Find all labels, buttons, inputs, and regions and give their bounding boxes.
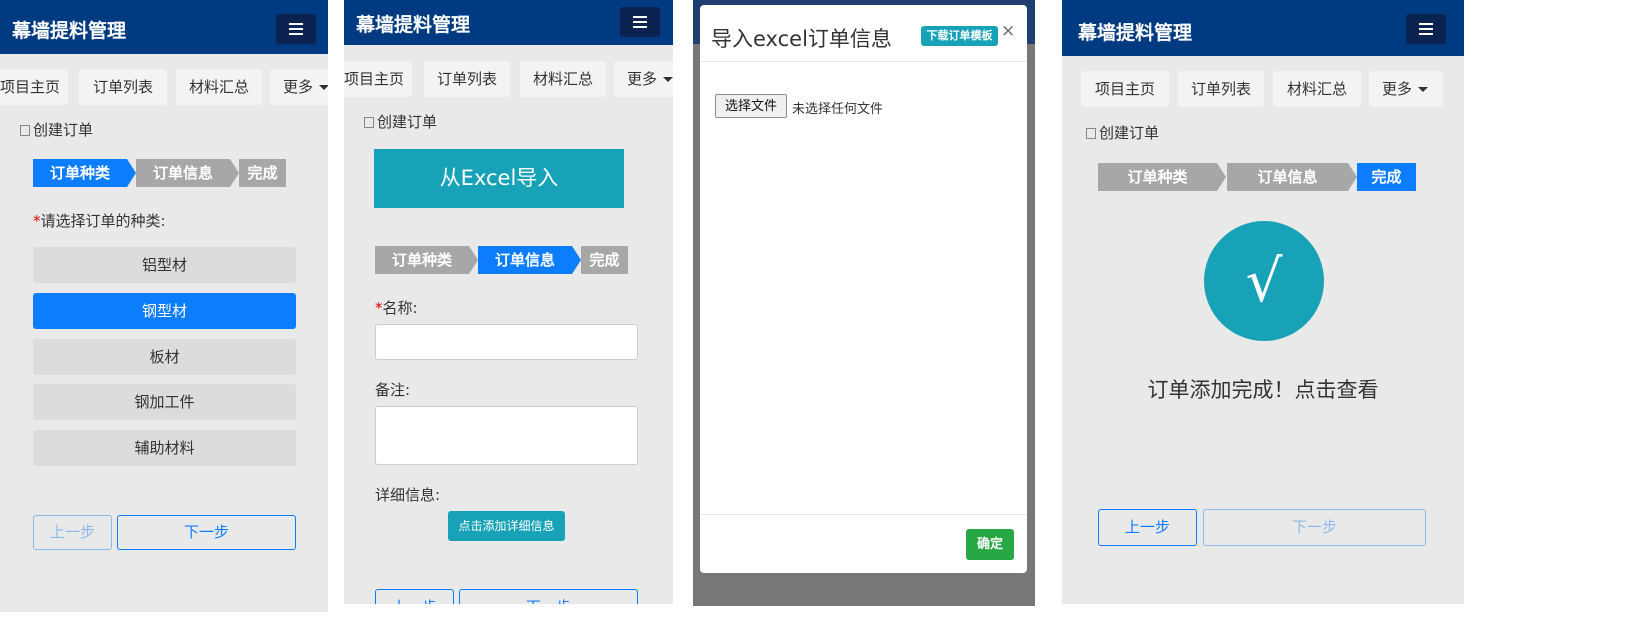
add-detail-button[interactable]: 点击添加详细信息: [448, 511, 565, 541]
confirm-button[interactable]: 确定: [966, 529, 1014, 560]
option-steel-processed[interactable]: 钢加工件: [33, 384, 296, 420]
step-order-type: 订单种类: [375, 246, 469, 274]
nav-materials[interactable]: 材料汇总: [1273, 71, 1361, 107]
caret-down-icon: [319, 85, 328, 90]
app-title: 幕墙提料管理: [356, 14, 471, 36]
required-mark: *: [375, 299, 383, 317]
step-arrow-icon: [1217, 163, 1226, 191]
top-navbar: 幕墙提料管理: [1062, 0, 1464, 56]
caret-down-icon: [663, 77, 673, 82]
order-type-prompt: *请选择订单的种类:: [33, 210, 166, 231]
nav-materials[interactable]: 材料汇总: [176, 69, 262, 105]
prev-button[interactable]: 上一步: [1098, 509, 1197, 546]
panel-choose-order-type: 幕墙提料管理 项目主页 订单列表 材料汇总 更多 创建订单 订单种类 订单信息 …: [0, 0, 328, 612]
menu-toggle-button[interactable]: [1406, 14, 1446, 44]
collapse-icon: [364, 117, 374, 128]
no-file-text: 未选择任何文件: [792, 102, 884, 117]
section-header: 创建订单: [20, 119, 93, 140]
step-arrow-icon: [572, 246, 581, 274]
panel-import-modal: 导入excel订单信息 下载订单模板 × 选择文件 未选择任何文件 确定: [693, 0, 1035, 606]
menu-icon-line: [289, 28, 303, 30]
note-textarea[interactable]: [375, 406, 638, 465]
step-done: 完成: [581, 246, 628, 274]
name-label-text: 名称:: [382, 299, 418, 317]
nav-more-dropdown[interactable]: 更多: [1369, 71, 1443, 107]
app-title: 幕墙提料管理: [12, 20, 127, 42]
step-arrow-icon: [1348, 163, 1357, 191]
import-modal: 导入excel订单信息 下载订单模板 × 选择文件 未选择任何文件 确定: [700, 5, 1027, 573]
order-complete-link[interactable]: 订单添加完成！点击查看: [1062, 374, 1464, 404]
section-header: 创建订单: [364, 111, 437, 132]
nav-orders[interactable]: 订单列表: [424, 61, 510, 97]
menu-toggle-button[interactable]: [620, 7, 660, 37]
nav-more-label: 更多: [1382, 80, 1413, 98]
caret-down-icon: [1418, 87, 1429, 92]
panel-order-info: 幕墙提料管理 项目主页 订单列表 材料汇总 更多 创建订单 从Excel导入 订…: [344, 0, 673, 604]
note-label: 备注:: [375, 381, 411, 399]
section-title: 创建订单: [33, 121, 94, 139]
next-button[interactable]: 下一步: [459, 589, 638, 604]
collapse-icon: [20, 125, 30, 136]
next-button[interactable]: 下一步: [1203, 509, 1426, 546]
prev-button[interactable]: 上一步: [33, 515, 112, 550]
detail-label: 详细信息:: [375, 486, 441, 504]
option-aluminum-profile[interactable]: 铝型材: [33, 247, 296, 283]
nav-orders[interactable]: 订单列表: [79, 69, 167, 105]
collapse-icon: [1086, 128, 1096, 139]
menu-icon-line: [289, 33, 303, 35]
nav-more-dropdown[interactable]: 更多: [270, 69, 328, 105]
name-label: *名称:: [375, 297, 418, 318]
nav-more-label: 更多: [627, 70, 658, 88]
nav-materials[interactable]: 材料汇总: [520, 61, 606, 97]
modal-header-divider: [700, 61, 1027, 62]
section-header: 创建订单: [1086, 122, 1159, 143]
modal-footer-divider: [700, 514, 1027, 515]
section-title: 创建订单: [377, 113, 438, 131]
prev-button[interactable]: 上一步: [375, 589, 454, 604]
download-template-button[interactable]: 下载订单模板: [921, 26, 998, 46]
top-navbar: 幕墙提料管理: [0, 0, 328, 54]
import-excel-button[interactable]: 从Excel导入: [374, 149, 624, 208]
menu-icon-line: [1419, 28, 1433, 30]
nav-home[interactable]: 项目主页: [1081, 71, 1169, 107]
menu-toggle-button[interactable]: [276, 14, 316, 44]
nav-orders[interactable]: 订单列表: [1178, 71, 1264, 107]
step-arrow-icon: [469, 246, 478, 274]
menu-icon-line: [633, 21, 647, 23]
menu-icon-line: [633, 26, 647, 28]
step-arrow-icon: [127, 159, 136, 187]
nav-home[interactable]: 项目主页: [0, 69, 68, 105]
option-steel-profile[interactable]: 钢型材: [33, 293, 296, 329]
menu-icon: [289, 23, 303, 25]
menu-icon-line: [1419, 33, 1433, 35]
modal-title: 导入excel订单信息: [711, 27, 892, 51]
step-done: 完成: [1357, 163, 1416, 191]
app-title: 幕墙提料管理: [1078, 22, 1193, 44]
option-auxiliary-material[interactable]: 辅助材料: [33, 430, 296, 466]
close-icon[interactable]: ×: [1001, 21, 1015, 41]
prompt-text: 请选择订单的种类:: [40, 212, 166, 230]
panel-order-complete: 幕墙提料管理 项目主页 订单列表 材料汇总 更多 创建订单 订单种类 订单信息 …: [1062, 0, 1464, 604]
step-arrow-icon: [230, 159, 239, 187]
step-done: 完成: [239, 159, 286, 187]
nav-more-dropdown[interactable]: 更多: [614, 61, 673, 97]
menu-icon: [633, 16, 647, 18]
check-mark: √: [1245, 247, 1283, 315]
option-panel[interactable]: 板材: [33, 339, 296, 375]
nav-home[interactable]: 项目主页: [344, 61, 412, 97]
step-order-info: 订单信息: [1227, 163, 1348, 191]
step-order-type: 订单种类: [33, 159, 127, 187]
step-order-info: 订单信息: [136, 159, 230, 187]
top-navbar: 幕墙提料管理: [344, 0, 673, 45]
required-mark: *: [33, 212, 41, 230]
menu-icon: [1419, 23, 1433, 25]
step-order-info: 订单信息: [478, 246, 572, 274]
section-title: 创建订单: [1099, 124, 1160, 142]
choose-file-button[interactable]: 选择文件: [715, 94, 787, 118]
success-check-icon: √: [1204, 221, 1324, 341]
name-input[interactable]: [375, 324, 638, 360]
step-order-type: 订单种类: [1098, 163, 1217, 191]
next-button[interactable]: 下一步: [117, 515, 296, 550]
nav-more-label: 更多: [283, 78, 314, 96]
